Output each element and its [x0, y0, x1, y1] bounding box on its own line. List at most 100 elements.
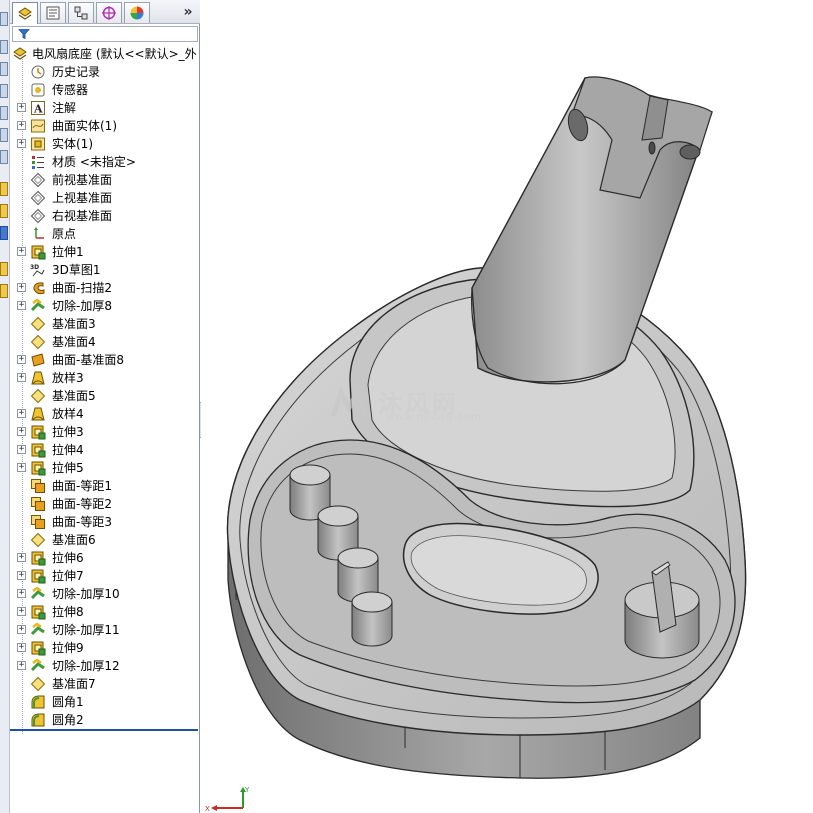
tree-item-label: 基准面7 — [52, 677, 96, 691]
tree-item[interactable]: 原点 — [10, 225, 200, 243]
tree-item-label: 拉伸1 — [52, 245, 84, 259]
tree-item[interactable]: + 放样3 — [10, 369, 200, 387]
tree-item[interactable]: 基准面5 — [10, 387, 200, 405]
graphics-viewport[interactable]: 沐风网 www.mfcad.com — [201, 0, 813, 813]
tree-item[interactable]: 右视基准面 — [10, 207, 200, 225]
expand-toggle[interactable]: + — [17, 463, 26, 472]
tree-item[interactable]: 曲面-等距3 — [10, 513, 200, 531]
tree-item[interactable]: 曲面-等距2 — [10, 495, 200, 513]
tree-item-label: 拉伸5 — [52, 461, 84, 475]
toolbar-icon[interactable] — [0, 204, 8, 218]
tree-item[interactable]: + 切除-加厚8 — [10, 297, 200, 315]
toolbar-icon[interactable] — [0, 106, 8, 120]
manager-tab-bar: » — [10, 0, 200, 24]
button-4[interactable] — [351, 591, 393, 647]
tree-item[interactable]: 圆角2 — [10, 711, 200, 729]
tree-item[interactable]: + 曲面-基准面8 — [10, 351, 200, 369]
expand-toggle[interactable]: + — [17, 373, 26, 382]
tree-item[interactable]: + 切除-加厚12 — [10, 657, 200, 675]
expand-toggle[interactable]: + — [17, 409, 26, 418]
tab-featuremanager[interactable] — [12, 2, 38, 24]
tree-item[interactable]: 3D 3D草图1 — [10, 261, 200, 279]
expand-toggle[interactable]: + — [17, 283, 26, 292]
tree-item-label: 基准面4 — [52, 335, 96, 349]
expand-toggle[interactable]: + — [17, 445, 26, 454]
toolbar-icon[interactable] — [0, 84, 8, 98]
tab-propertymanager[interactable] — [40, 2, 66, 23]
extrude-icon — [31, 245, 46, 260]
tree-item[interactable]: 历史记录 — [10, 63, 200, 81]
tree-item-label: 放样3 — [52, 371, 84, 385]
ref-plane-icon — [30, 388, 46, 404]
tree-item[interactable]: 基准面7 — [10, 675, 200, 693]
tree-item-label: 拉伸9 — [52, 641, 84, 655]
expand-toggle[interactable]: + — [17, 661, 26, 670]
toolbar-icon[interactable] — [0, 182, 8, 196]
more-tabs-button[interactable]: » — [180, 2, 196, 22]
toolbar-icon[interactable] — [0, 284, 8, 298]
expand-toggle[interactable]: + — [17, 355, 26, 364]
tree-root-part[interactable]: 电风扇底座 (默认<<默认>_外 — [10, 45, 200, 63]
expand-toggle[interactable]: + — [17, 625, 26, 634]
tree-item[interactable]: + 曲面实体(1) — [10, 117, 200, 135]
tree-item[interactable]: + 曲面-扫描2 — [10, 279, 200, 297]
tree-item[interactable]: + 切除-加厚11 — [10, 621, 200, 639]
expand-toggle[interactable]: + — [17, 589, 26, 598]
tab-configurationmanager[interactable] — [68, 2, 94, 23]
filter-icon — [18, 29, 30, 40]
tree-item[interactable]: 基准面4 — [10, 333, 200, 351]
expand-toggle[interactable]: + — [17, 643, 26, 652]
expand-toggle[interactable]: + — [17, 571, 26, 580]
tree-item-label: 曲面-等距1 — [52, 479, 112, 493]
expand-toggle[interactable]: + — [17, 139, 26, 148]
toolbar-icon[interactable] — [0, 262, 8, 276]
tree-item[interactable]: + 拉伸6 — [10, 549, 200, 567]
tree-item[interactable]: 曲面-等距1 — [10, 477, 200, 495]
offset-surface-icon — [31, 515, 45, 529]
tab-displaymanager[interactable] — [124, 2, 150, 23]
toolbar-icon[interactable] — [0, 226, 8, 240]
tree-item[interactable]: 圆角1 — [10, 693, 200, 711]
expand-toggle[interactable]: + — [17, 607, 26, 616]
toolbar-icon[interactable] — [0, 12, 8, 26]
toolbar-icon[interactable] — [0, 128, 8, 142]
tree-item[interactable]: 前视基准面 — [10, 171, 200, 189]
extrude-icon — [31, 641, 46, 656]
rollback-bar[interactable] — [10, 729, 198, 731]
tree-item[interactable]: + A 注解 — [10, 99, 200, 117]
tree-item[interactable]: + 拉伸9 — [10, 639, 200, 657]
tree-item[interactable]: 传感器 — [10, 81, 200, 99]
fan-base-model[interactable] — [201, 0, 813, 813]
tree-item[interactable]: + 切除-加厚10 — [10, 585, 200, 603]
tree-item[interactable]: + 拉伸1 — [10, 243, 200, 261]
expand-toggle[interactable]: + — [17, 103, 26, 112]
tree-item[interactable]: 基准面6 — [10, 531, 200, 549]
planar-surface-icon — [31, 353, 45, 367]
tab-dimxpertmanager[interactable] — [96, 2, 122, 23]
dimxpert-icon — [102, 6, 116, 20]
tree-item-label: 拉伸8 — [52, 605, 84, 619]
toolbar-icon[interactable] — [0, 62, 8, 76]
expand-toggle[interactable]: + — [17, 121, 26, 130]
expand-toggle[interactable]: + — [17, 247, 26, 256]
tree-item[interactable]: + 拉伸4 — [10, 441, 200, 459]
expand-toggle[interactable]: + — [17, 427, 26, 436]
solid-bodies-icon — [31, 137, 45, 151]
tree-item-label: 历史记录 — [52, 65, 101, 79]
triad-x-label: X — [205, 805, 210, 812]
cut-thicken-icon — [30, 586, 45, 600]
tree-item[interactable]: + 拉伸3 — [10, 423, 200, 441]
toolbar-icon[interactable] — [0, 40, 8, 54]
tree-item[interactable]: + 放样4 — [10, 405, 200, 423]
tree-item[interactable]: + 拉伸5 — [10, 459, 200, 477]
expand-toggle[interactable]: + — [17, 301, 26, 310]
toolbar-icon[interactable] — [0, 150, 8, 164]
expand-toggle[interactable]: + — [17, 553, 26, 562]
tree-item[interactable]: + 实体(1) — [10, 135, 200, 153]
tree-item[interactable]: + 拉伸8 — [10, 603, 200, 621]
tree-item[interactable]: 上视基准面 — [10, 189, 200, 207]
tree-item[interactable]: + 拉伸7 — [10, 567, 200, 585]
tree-item[interactable]: 材质 <未指定> — [10, 153, 200, 171]
tree-filter-field[interactable] — [12, 26, 198, 42]
tree-item[interactable]: 基准面3 — [10, 315, 200, 333]
